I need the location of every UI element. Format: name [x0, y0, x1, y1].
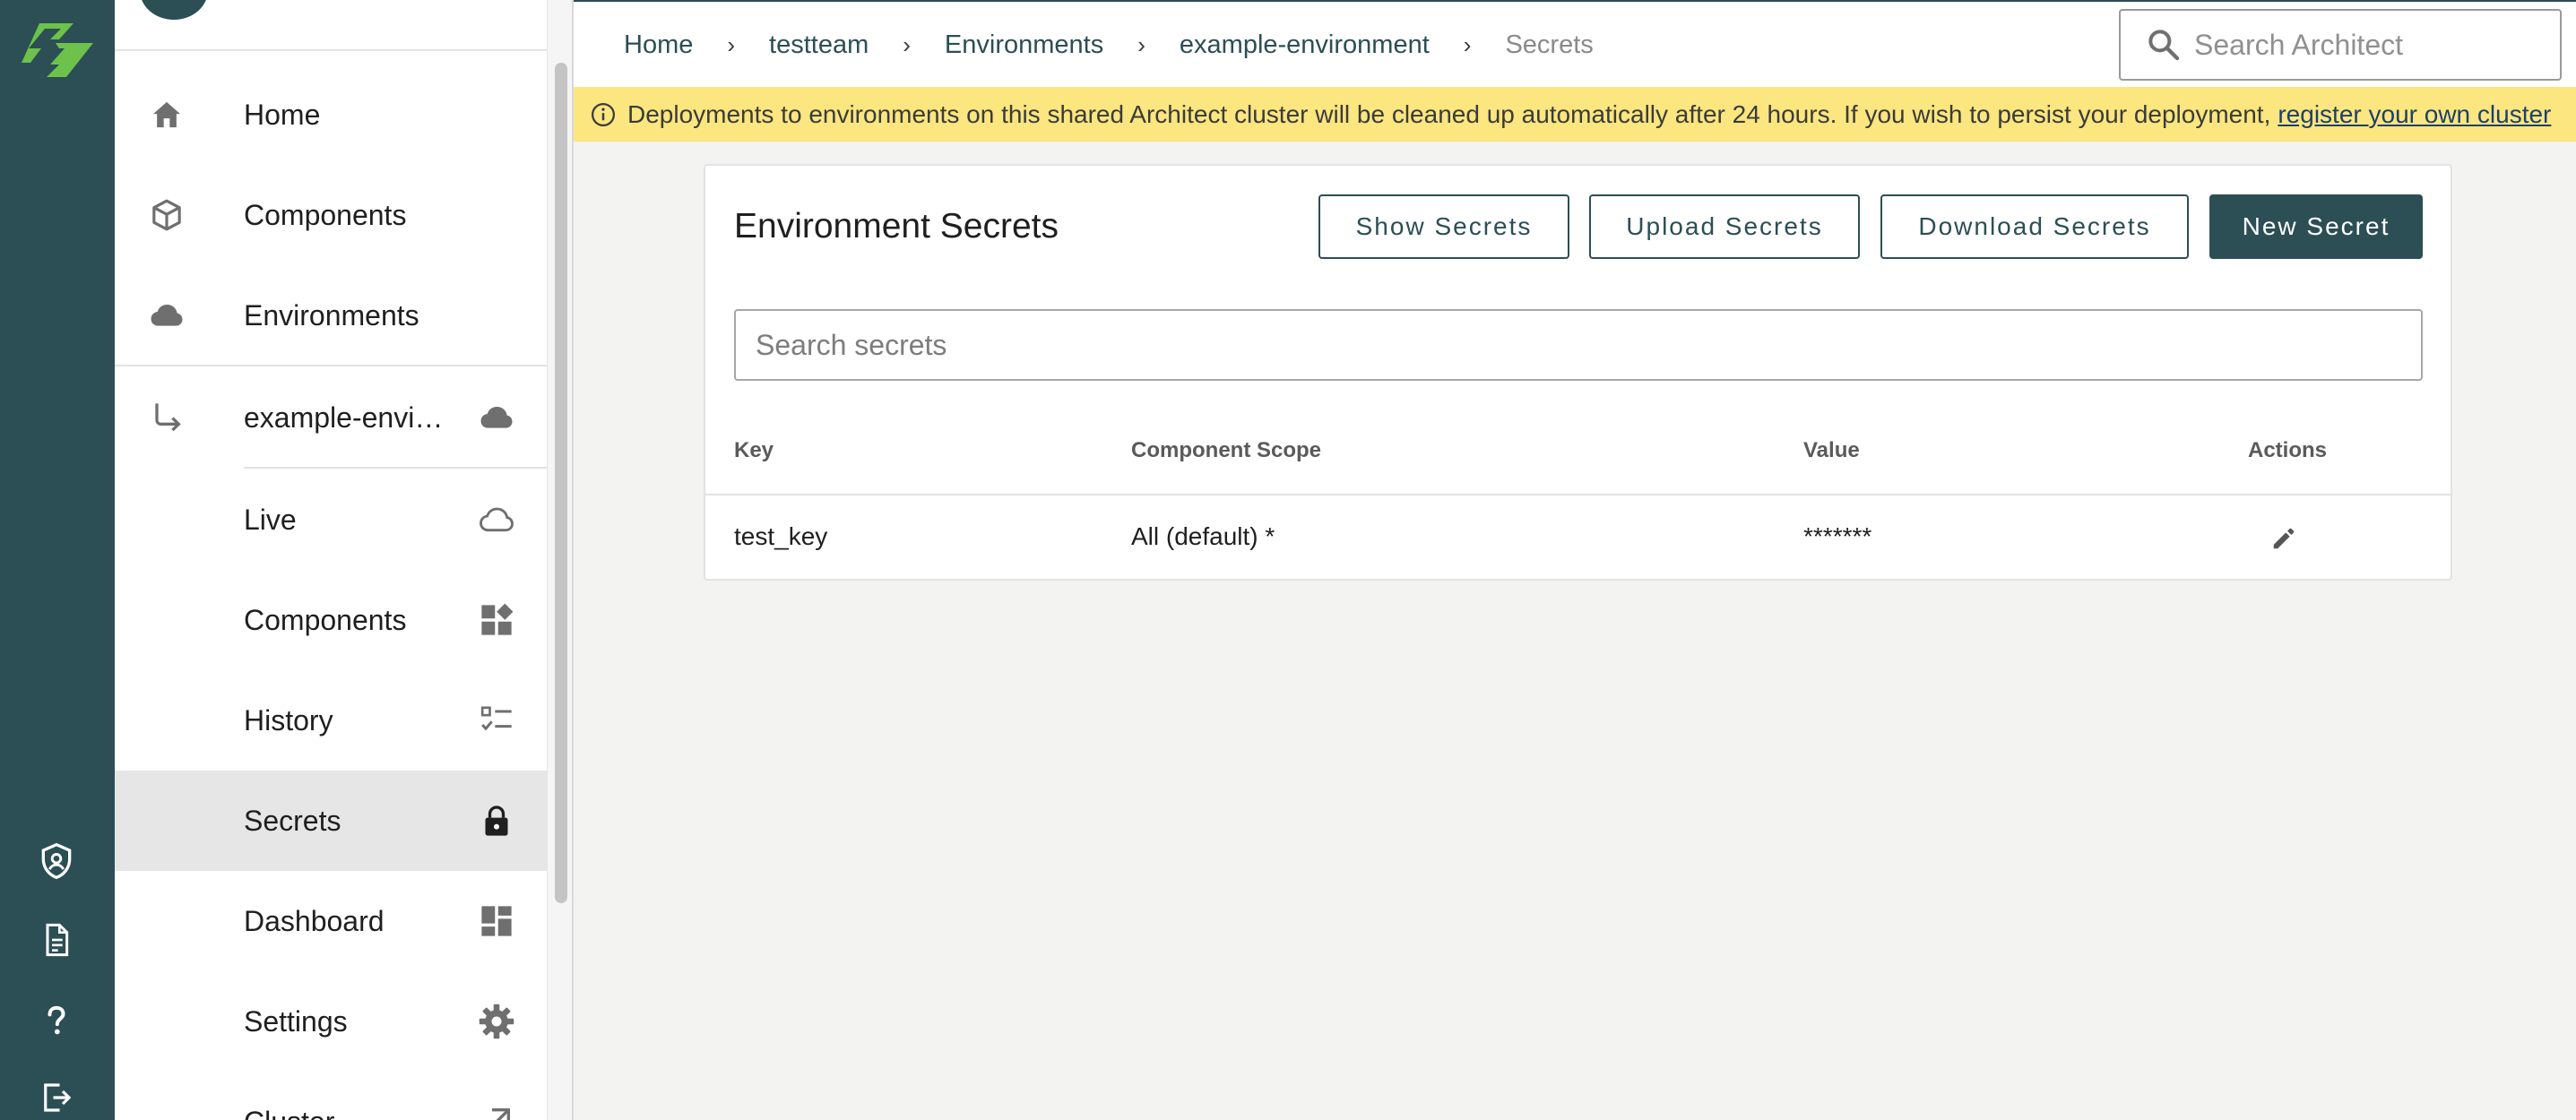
gear-icon: [475, 1000, 518, 1043]
sidebar-item-environments[interactable]: Environments: [115, 265, 547, 366]
external-link-icon: [475, 1100, 518, 1120]
sidebar-item-label: Dashboard: [244, 904, 385, 937]
new-secret-button[interactable]: New Secret: [2209, 194, 2423, 259]
app-rail: [0, 0, 115, 1120]
sidebar-top-divider: [115, 49, 547, 51]
document-icon[interactable]: [34, 918, 79, 962]
cube-icon: [145, 194, 188, 237]
sidebar-divider: [115, 365, 547, 366]
breadcrumb-current: Secrets: [1505, 30, 1594, 59]
subdirectory-arrow-icon: [145, 396, 188, 439]
card-title: Environment Secrets: [734, 207, 1059, 246]
sidebar-item-dashboard[interactable]: Dashboard: [115, 871, 547, 971]
cloud-icon: [475, 396, 518, 439]
table-header-divider: [705, 494, 2451, 495]
sidebar-item-label: Components: [244, 198, 407, 231]
sidebar-item-live[interactable]: Live: [115, 470, 547, 570]
sidebar-item-settings[interactable]: Settings: [115, 971, 547, 1072]
sidebar: Home Components Environments example-env…: [115, 0, 547, 1120]
column-header-actions: Actions: [2248, 438, 2328, 462]
download-secrets-button[interactable]: Download Secrets: [1880, 194, 2189, 259]
info-icon: [592, 102, 615, 126]
secret-value-cell: *******: [1803, 522, 1872, 550]
sidebar-item-cluster[interactable]: Cluster: [115, 1072, 547, 1120]
environment-secrets-card: Environment Secrets Show Secrets Upload …: [704, 164, 2452, 581]
secrets-search-input[interactable]: [734, 309, 2423, 381]
chevron-right-icon: ›: [1463, 31, 1472, 58]
upload-secrets-button[interactable]: Upload Secrets: [1589, 194, 1860, 259]
search-icon: [2148, 30, 2180, 61]
cloud-icon: [145, 294, 188, 337]
dashboard-icon: [475, 900, 518, 943]
register-cluster-link[interactable]: register your own cluster: [2278, 100, 2551, 129]
banner-text: Deployments to environments on this shar…: [627, 99, 2271, 128]
sidebar-item-label: Secrets: [244, 804, 341, 837]
top-header: Home › testteam › Environments › example…: [574, 0, 2576, 87]
widgets-icon: [475, 599, 518, 642]
global-search[interactable]: [2119, 9, 2562, 81]
secret-key-cell: test_key: [734, 522, 828, 550]
sidebar-scrollbar[interactable]: [547, 0, 572, 1120]
sidebar-item-history[interactable]: History: [115, 670, 547, 771]
help-icon[interactable]: [34, 998, 79, 1043]
breadcrumb: Home › testteam › Environments › example…: [624, 2, 1594, 89]
sidebar-subdivider: [244, 467, 547, 469]
column-header-value[interactable]: Value: [1803, 438, 1860, 463]
checklist-icon: [475, 699, 518, 742]
sidebar-item-env-components[interactable]: Components: [115, 570, 547, 670]
breadcrumb-home[interactable]: Home: [624, 30, 693, 60]
sidebar-item-components[interactable]: Components: [115, 165, 547, 265]
sidebar-item-example-environment[interactable]: example-environment: [115, 367, 547, 468]
architect-logo[interactable]: [20, 22, 95, 79]
global-search-input[interactable]: [2194, 28, 2544, 62]
secret-scope-cell: All (default) *: [1131, 522, 1275, 550]
sidebar-item-label: Home: [244, 98, 321, 131]
cluster-warning-banner: Deployments to environments on this shar…: [574, 87, 2576, 142]
chevron-right-icon: ›: [1137, 31, 1145, 58]
column-header-key[interactable]: Key: [734, 438, 774, 463]
breadcrumb-environment[interactable]: example-environment: [1180, 30, 1430, 60]
sidebar-item-home[interactable]: Home: [115, 65, 547, 165]
main-border: [572, 0, 574, 1120]
breadcrumb-environments[interactable]: Environments: [945, 30, 1103, 60]
breadcrumb-team[interactable]: testteam: [769, 30, 869, 60]
sidebar-item-label: History: [244, 703, 333, 737]
scrollbar-thumb[interactable]: [555, 63, 567, 903]
shield-user-icon[interactable]: [34, 839, 79, 883]
sidebar-item-label: Cluster: [244, 1106, 334, 1120]
team-avatar[interactable]: [140, 0, 208, 20]
sidebar-item-label: Environments: [244, 298, 419, 332]
edit-icon[interactable]: [2269, 524, 2298, 553]
sidebar-item-label: Components: [244, 603, 407, 636]
show-secrets-button[interactable]: Show Secrets: [1318, 194, 1569, 259]
sidebar-item-secrets[interactable]: Secrets: [115, 771, 547, 871]
logout-icon[interactable]: [34, 1075, 79, 1120]
lock-icon: [475, 799, 518, 842]
cloud-outline-icon: [475, 498, 518, 541]
sidebar-item-label: Live: [244, 503, 297, 536]
sidebar-item-label: example-environment: [244, 401, 450, 434]
sidebar-item-label: Settings: [244, 1004, 348, 1038]
column-header-scope[interactable]: Component Scope: [1131, 438, 1321, 463]
chevron-right-icon: ›: [727, 31, 736, 58]
home-icon: [145, 93, 188, 136]
chevron-right-icon: ›: [903, 31, 911, 58]
